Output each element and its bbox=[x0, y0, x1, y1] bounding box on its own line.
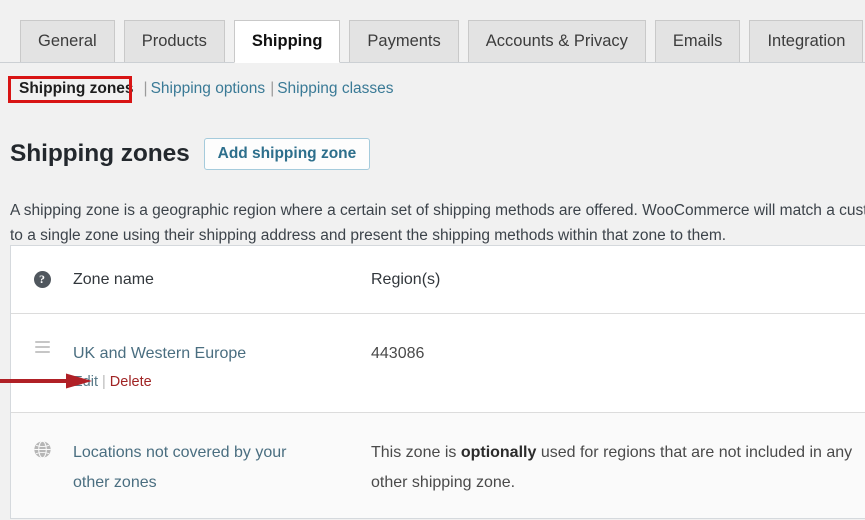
delete-link[interactable]: Delete bbox=[110, 374, 152, 390]
zone-name-link[interactable]: UK and Western Europe bbox=[73, 339, 246, 369]
table-header-row: ? Zone name Region(s) bbox=[11, 246, 865, 314]
subnav-item-shipping-options[interactable]: Shipping options bbox=[151, 80, 266, 98]
table-header-regions: Region(s) bbox=[371, 246, 865, 313]
add-shipping-zone-button[interactable]: Add shipping zone bbox=[203, 138, 371, 171]
tab-integration[interactable]: Integration bbox=[749, 20, 864, 62]
fallback-zone-description: This zone is optionally used for regions… bbox=[371, 444, 852, 491]
tab-products[interactable]: Products bbox=[123, 20, 225, 62]
table-header-zone-name: Zone name bbox=[73, 246, 371, 313]
tab-emails[interactable]: Emails bbox=[654, 20, 741, 62]
fallback-text-emphasis: optionally bbox=[460, 444, 537, 461]
shipping-subnav: Shipping zones | Shipping options | Ship… bbox=[14, 78, 394, 101]
subnav-item-shipping-zones[interactable]: Shipping zones bbox=[14, 78, 139, 101]
zone-name-link[interactable]: Locations not covered by your other zone… bbox=[73, 438, 313, 498]
page-heading-row: Shipping zones Add shipping zone bbox=[10, 124, 371, 185]
row-action-separator: | bbox=[102, 374, 106, 390]
help-icon[interactable]: ? bbox=[33, 271, 51, 288]
woocommerce-shipping-zones-screen: General Products Shipping Payments Accou… bbox=[0, 0, 865, 520]
subnav-separator-1: | bbox=[143, 80, 148, 97]
tab-shipping[interactable]: Shipping bbox=[233, 20, 341, 63]
page-description: A shipping zone is a geographic region w… bbox=[10, 201, 865, 244]
row-globe-cell bbox=[11, 413, 73, 518]
row-regions-cell: This zone is optionally used for regions… bbox=[371, 413, 865, 518]
row-regions-cell: 443086 bbox=[371, 314, 865, 412]
settings-tab-bar: General Products Shipping Payments Accou… bbox=[0, 0, 865, 63]
row-actions: Edit | Delete bbox=[73, 372, 357, 392]
tab-accounts-privacy[interactable]: Accounts & Privacy bbox=[467, 20, 646, 62]
table-row: Locations not covered by your other zone… bbox=[11, 413, 865, 518]
page-title: Shipping zones bbox=[10, 140, 190, 168]
fallback-text-prefix: This zone is bbox=[371, 444, 461, 461]
row-zone-name-cell: UK and Western Europe Edit | Delete bbox=[73, 314, 371, 412]
row-zone-name-cell: Locations not covered by your other zone… bbox=[73, 413, 371, 518]
column-header-zone-name-label: Zone name bbox=[73, 270, 154, 288]
table-row: UK and Western Europe Edit | Delete 443086 bbox=[11, 314, 865, 413]
table-header-help-cell: ? bbox=[11, 246, 73, 313]
row-drag-cell[interactable] bbox=[11, 314, 73, 412]
drag-handle-icon[interactable] bbox=[34, 341, 50, 353]
tab-payments[interactable]: Payments bbox=[349, 20, 459, 62]
subnav-item-shipping-classes[interactable]: Shipping classes bbox=[277, 80, 393, 98]
edit-link[interactable]: Edit bbox=[73, 374, 98, 390]
column-header-regions-label: Region(s) bbox=[371, 270, 441, 288]
subnav-separator-2: | bbox=[270, 80, 275, 97]
zone-region-value: 443086 bbox=[371, 345, 425, 362]
tab-general[interactable]: General bbox=[20, 20, 115, 62]
shipping-zones-table: ? Zone name Region(s) UK and Western Eur… bbox=[10, 245, 865, 519]
globe-icon bbox=[33, 440, 51, 459]
